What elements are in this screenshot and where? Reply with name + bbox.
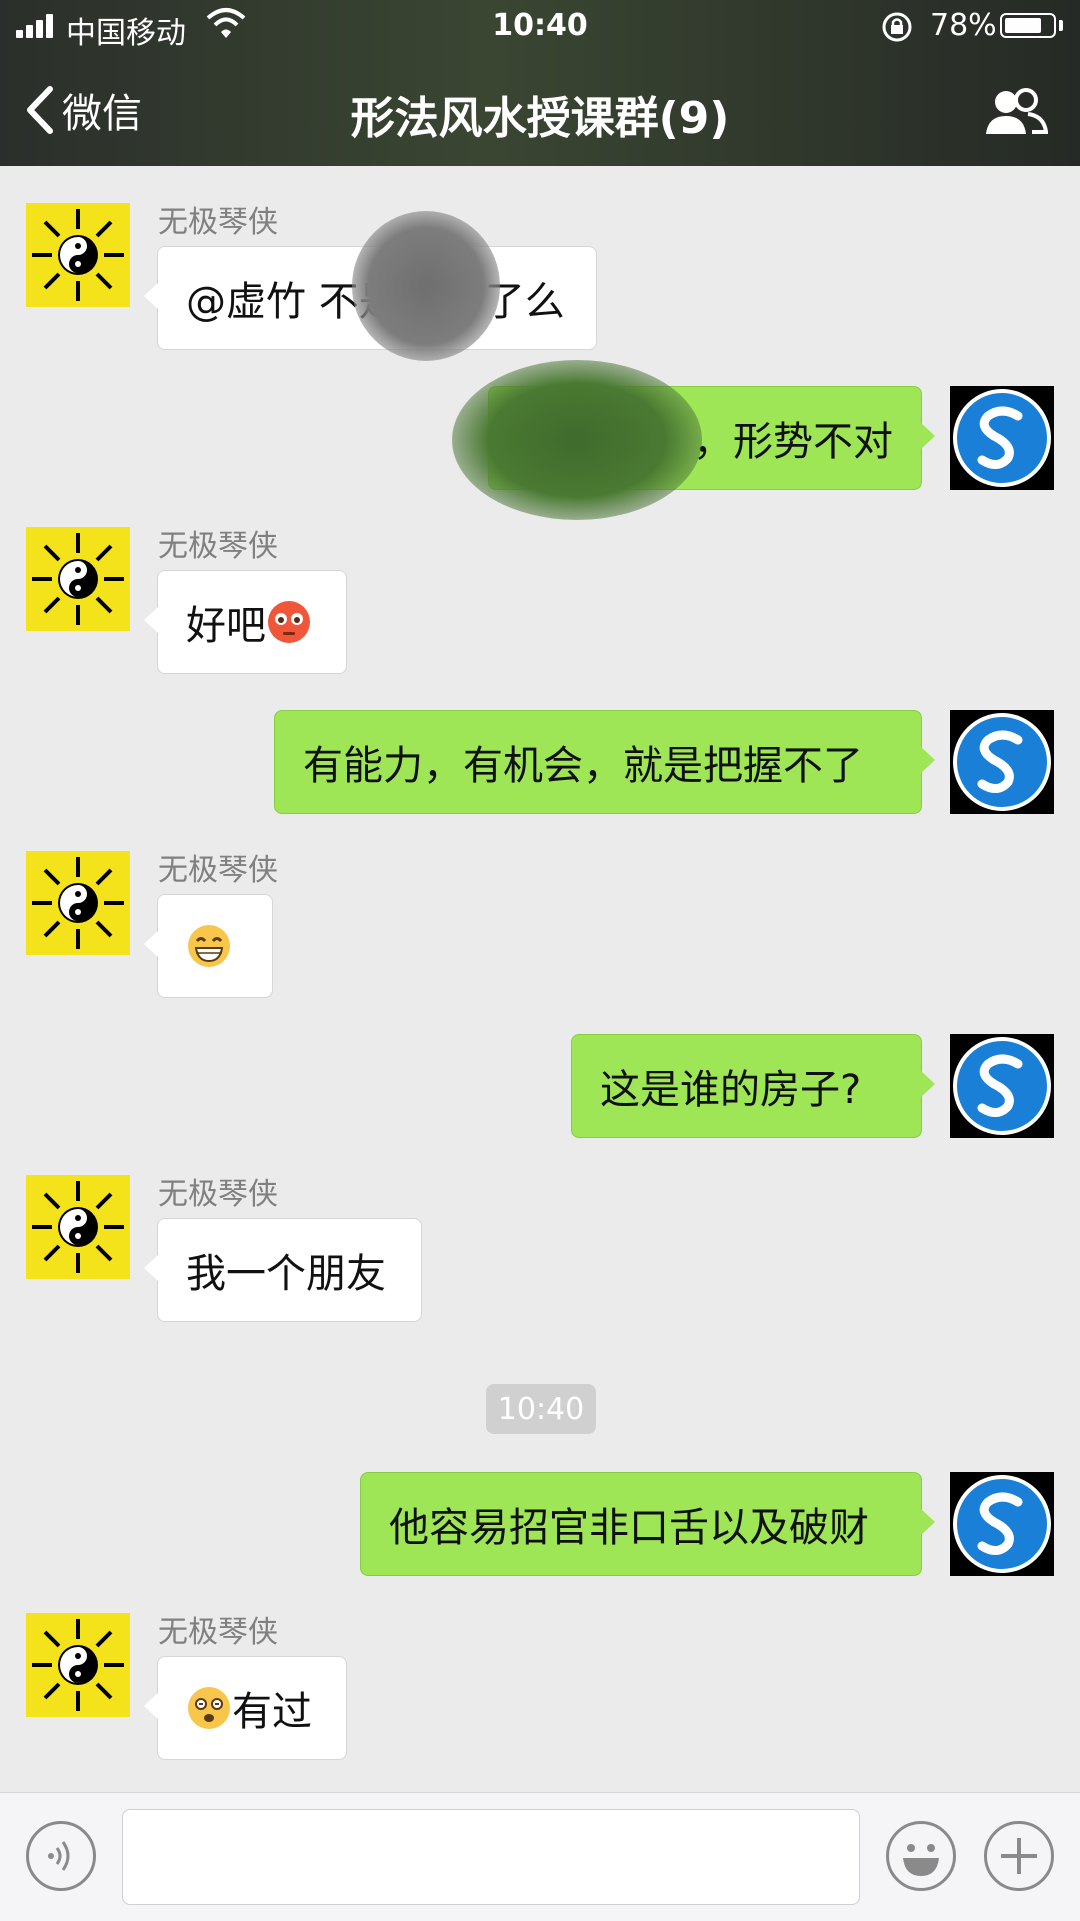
taiji-avatar-icon [32,1619,124,1711]
voice-icon [48,1841,70,1871]
chat-title: 形法风水授课群(9) [350,93,730,144]
message-text: 这是谁的房子? [600,1067,862,1113]
avatar[interactable] [26,203,130,307]
avatar[interactable] [26,1613,130,1717]
message-text: 我一个朋友 [186,1251,386,1297]
sender-name: 无极琴侠 [158,529,278,564]
message-text: ，形势不对 [693,419,893,465]
message-bubble[interactable]: 好吧 [144,570,347,674]
avatar[interactable] [26,1175,130,1279]
top-bar: 中国移动 10:40 78% 微信 形法风水授课群(9) [0,0,1080,166]
dizzy-face-emoji [188,1687,230,1729]
avatar[interactable] [950,1472,1054,1576]
avatar[interactable] [26,851,130,955]
message-bubble[interactable] [144,894,273,998]
s-logo-avatar-icon [953,713,1051,811]
voice-button[interactable] [26,1821,96,1891]
message-text: 有过 [232,1689,312,1735]
emoji-icon [903,1844,939,1876]
plus-icon [1001,1838,1037,1874]
message-bubble[interactable]: 我一个朋友 [144,1218,422,1322]
message-bubble[interactable]: 有能力，有机会，就是把握不了 [274,710,935,814]
taiji-avatar-icon [32,533,124,625]
message-text: 有能力，有机会，就是把握不了 [303,743,863,789]
sender-name: 无极琴侠 [158,1177,278,1212]
avatar[interactable] [950,1034,1054,1138]
message-bubble[interactable]: @虚竹 不是 了么 [144,246,597,350]
status-time: 10:40 [492,8,588,43]
taiji-avatar-icon [32,857,124,949]
grinning-face-emoji [188,925,230,967]
emoji-button[interactable] [886,1821,956,1891]
time-divider: 10:40 [486,1384,596,1434]
battery-icon [1000,13,1056,38]
avatar[interactable] [950,710,1054,814]
s-logo-avatar-icon [953,1475,1051,1573]
message-bubble[interactable]: 他容易招官非口舌以及破财 [360,1472,935,1576]
sender-name: 无极琴侠 [158,853,278,888]
s-logo-avatar-icon [953,389,1051,487]
battery-tip [1059,20,1063,31]
battery-percent: 78% [930,8,997,43]
flushed-face-emoji [268,601,310,643]
avatar[interactable] [950,386,1054,490]
taiji-avatar-icon [32,1181,124,1273]
message-text: @虚竹 不是 [186,279,399,325]
message-bubble[interactable]: ，形势不对 [488,386,935,490]
avatar[interactable] [26,527,130,631]
message-text-tail: 了么 [484,279,565,325]
message-text: 好吧 [186,603,266,649]
taiji-avatar-icon [32,209,124,301]
add-button[interactable] [984,1821,1054,1891]
rotation-lock-icon [882,12,912,42]
group-members-icon[interactable] [984,84,1048,140]
message-input[interactable] [122,1809,860,1905]
sender-name: 无极琴侠 [158,1615,278,1650]
message-bubble[interactable]: 这是谁的房子? [571,1034,935,1138]
message-bubble[interactable]: 有过 [144,1656,347,1760]
message-text: 他容易招官非口舌以及破财 [389,1505,869,1551]
status-bar: 中国移动 10:40 78% [0,0,1080,54]
input-bar [0,1792,1080,1921]
s-logo-avatar-icon [953,1037,1051,1135]
sender-name: 无极琴侠 [158,205,278,240]
